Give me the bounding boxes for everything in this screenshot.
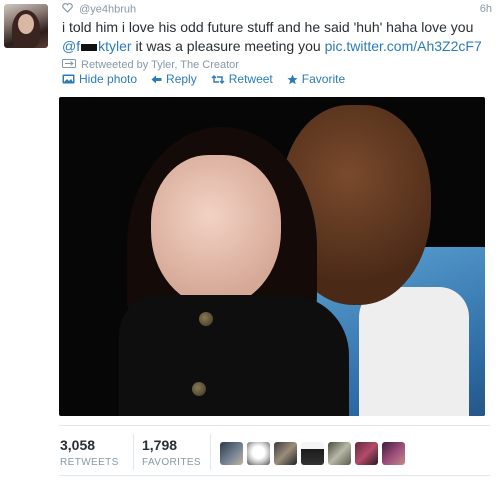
reply-icon: [151, 75, 162, 83]
favoriter-avatar[interactable]: [382, 442, 405, 465]
tweet-text-part1: i told him i love his odd future stuff a…: [62, 19, 474, 35]
hide-photo-label: Hide photo: [79, 72, 138, 86]
photo-woman-coat: [119, 295, 349, 416]
reply-button[interactable]: Reply: [151, 72, 197, 86]
retweeted-by-text[interactable]: Retweeted by Tyler, The Creator: [81, 59, 239, 71]
favorites-count: 1,798: [142, 437, 178, 453]
photo-coat-button: [192, 382, 206, 396]
favorite-label: Favorite: [301, 72, 346, 86]
avatar-face: [18, 14, 34, 34]
photo-coat-button: [199, 312, 213, 326]
star-icon: [287, 74, 298, 84]
user-handle[interactable]: @ye4hbruh: [79, 4, 136, 16]
favoriter-avatar[interactable]: [301, 442, 324, 465]
mention-suffix: ktyler: [98, 38, 132, 54]
tweet-header: @ye4hbruh 6h: [62, 3, 492, 19]
retweet-button[interactable]: Retweet: [211, 72, 273, 86]
retweeted-by: Retweeted by Tyler, The Creator: [62, 59, 239, 71]
favoriter-avatar[interactable]: [220, 442, 243, 465]
reply-label: Reply: [166, 72, 197, 86]
tweet-photo[interactable]: [59, 97, 485, 416]
redaction-bar: [81, 43, 98, 51]
heart-icon[interactable]: [62, 3, 73, 16]
hide-photo-button[interactable]: Hide photo: [62, 72, 137, 86]
stat-divider: [210, 434, 211, 470]
user-avatar[interactable]: [4, 4, 48, 48]
tweet-text: i told him i love his odd future stuff a…: [62, 18, 490, 56]
retweet-icon: [211, 74, 225, 84]
favorite-button[interactable]: Favorite: [287, 72, 345, 86]
retweets-stat[interactable]: 3,058 RETWEETS: [60, 437, 119, 468]
favoriter-avatars: [220, 442, 405, 465]
tweet-actions: Hide photo Reply Retweet Favorite: [62, 72, 345, 86]
favoriter-avatar[interactable]: [328, 442, 351, 465]
favoriter-avatar[interactable]: [274, 442, 297, 465]
tweet-timestamp[interactable]: 6h: [480, 3, 492, 15]
photo-icon: [62, 74, 75, 84]
favoriter-avatar[interactable]: [355, 442, 378, 465]
mention-link[interactable]: @f ktyler: [62, 38, 132, 54]
retweet-small-icon: [62, 59, 76, 71]
photo-link[interactable]: pic.twitter.com/Ah3Z2cF7: [325, 38, 482, 54]
retweets-count: 3,058: [60, 437, 96, 453]
divider: [59, 475, 490, 476]
tweet-text-part2: it was a pleasure meeting you: [131, 38, 325, 54]
divider: [59, 425, 490, 426]
favoriter-avatar[interactable]: [247, 442, 270, 465]
photo-man-shirt: [359, 287, 469, 416]
retweets-label: RETWEETS: [60, 457, 119, 468]
photo-woman-face: [151, 155, 281, 307]
retweet-label: Retweet: [228, 72, 273, 86]
mention-prefix: @f: [62, 38, 81, 54]
stat-divider: [133, 434, 134, 470]
favorites-label: FAVORITES: [142, 457, 201, 468]
favorites-stat[interactable]: 1,798 FAVORITES: [142, 437, 201, 468]
